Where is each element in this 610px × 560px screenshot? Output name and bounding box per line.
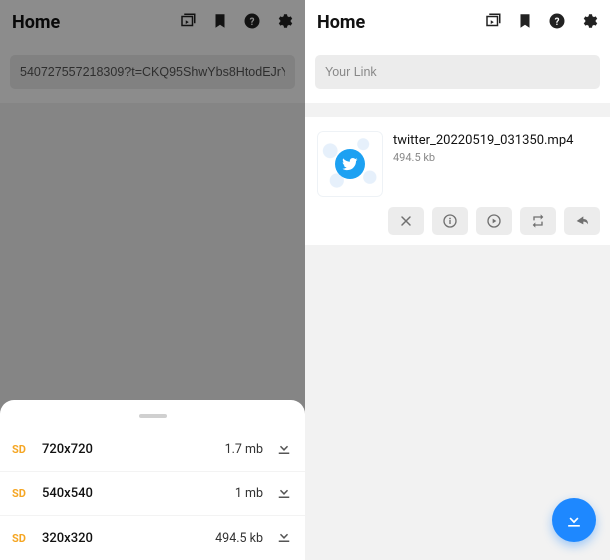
play-button[interactable] xyxy=(476,207,512,235)
card-header: twitter_20220519_031350.mp4 494.5 kb xyxy=(313,125,602,203)
bookmark-icon[interactable] xyxy=(516,12,534,34)
quality-badge: SD xyxy=(12,532,42,545)
quality-badge: SD xyxy=(12,487,42,500)
link-row xyxy=(305,45,610,103)
library-icon[interactable] xyxy=(484,12,502,34)
download-fab[interactable] xyxy=(552,498,596,542)
twitter-icon xyxy=(335,149,365,179)
quality-size: 494.5 kb xyxy=(215,531,263,546)
share-button[interactable] xyxy=(564,207,600,235)
quality-resolution: 320x320 xyxy=(42,531,132,546)
quality-option-2[interactable]: SD 320x320 494.5 kb xyxy=(0,516,305,560)
quality-resolution: 540x540 xyxy=(42,486,132,501)
quality-size: 1.7 mb xyxy=(225,442,263,457)
quality-badge: SD xyxy=(12,443,42,456)
page-title: Home xyxy=(317,12,365,33)
download-icon[interactable] xyxy=(275,527,293,549)
download-icon[interactable] xyxy=(275,483,293,505)
quality-size: 1 mb xyxy=(235,486,263,501)
help-icon[interactable]: ? xyxy=(548,12,566,34)
quality-option-1[interactable]: SD 540x540 1 mb xyxy=(0,472,305,516)
close-button[interactable] xyxy=(388,207,424,235)
download-card: twitter_20220519_031350.mp4 494.5 kb xyxy=(305,117,610,245)
appbar-actions: ? xyxy=(484,12,598,34)
svg-text:?: ? xyxy=(555,16,560,27)
quality-option-0[interactable]: SD 720x720 1.7 mb xyxy=(0,428,305,472)
info-button[interactable] xyxy=(432,207,468,235)
repeat-button[interactable] xyxy=(520,207,556,235)
right-pane: Home ? twitter_20220519_031350.mp4 494.5… xyxy=(305,0,610,560)
file-size: 494.5 kb xyxy=(393,151,573,164)
card-info: twitter_20220519_031350.mp4 494.5 kb xyxy=(393,131,573,197)
appbar-right: Home ? xyxy=(305,0,610,45)
left-pane: Home ? SD 720x720 1.7 mb SD 540x540 1 mb xyxy=(0,0,305,560)
drag-handle[interactable] xyxy=(139,414,167,418)
quality-resolution: 720x720 xyxy=(42,442,132,457)
link-input[interactable] xyxy=(315,55,600,89)
card-actions xyxy=(313,203,602,235)
quality-bottom-sheet: SD 720x720 1.7 mb SD 540x540 1 mb SD 320… xyxy=(0,400,305,560)
download-icon[interactable] xyxy=(275,439,293,461)
settings-icon[interactable] xyxy=(580,12,598,34)
file-name: twitter_20220519_031350.mp4 xyxy=(393,133,573,148)
thumbnail xyxy=(317,131,383,197)
